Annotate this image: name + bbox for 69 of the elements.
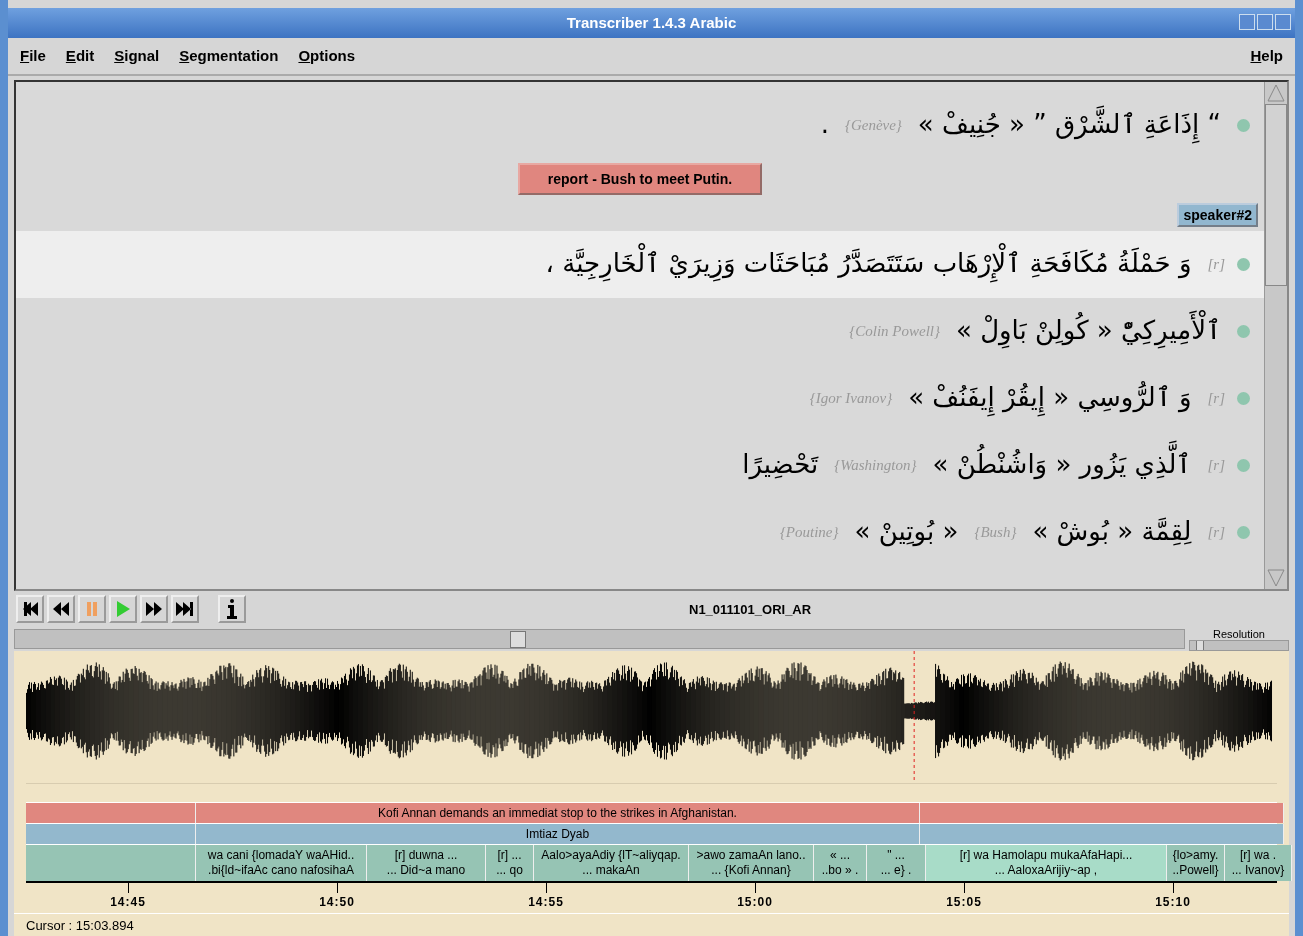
annotation-text: {Bush} <box>974 523 1017 541</box>
forward-button[interactable] <box>140 595 168 624</box>
file-name: N1_011101_ORI_AR <box>689 601 812 617</box>
skip-end-button[interactable] <box>171 595 199 624</box>
segment-marker-icon[interactable] <box>1237 118 1250 132</box>
time-tick-label: 15:10 <box>1155 895 1191 909</box>
scrollbar-thumb[interactable] <box>1265 103 1287 286</box>
info-icon <box>225 598 239 621</box>
slider-thumb[interactable] <box>1195 640 1204 650</box>
rewind-button[interactable] <box>47 595 75 624</box>
section-segment[interactable]: Kofi Annan demands an immediat stop to the strikes in Afghanistan. <box>196 803 920 823</box>
arabic-text: ٱلْأَمِيرِكِيّْ « كُولِنْ بَاوِلْ » <box>952 306 1225 356</box>
segment-marker-icon[interactable] <box>1237 525 1250 539</box>
segment-marker-icon[interactable] <box>1237 458 1250 472</box>
time-tick-label: 14:50 <box>319 895 355 909</box>
annotation-text: [r] <box>1207 523 1225 541</box>
time-tick-label: 15:05 <box>946 895 982 909</box>
annotation-text: {Colin Powell} <box>849 322 940 340</box>
menu-item[interactable]: Options <box>298 47 356 65</box>
turn-segment[interactable]: >awo zamaAn lano.. ... {Kofi Annan} <box>689 845 814 881</box>
turn-segment[interactable]: Aalo>ayaAdiy {lT~aliyqap. ... makaAn <box>534 845 689 881</box>
scrollbar-thumb[interactable] <box>510 631 526 649</box>
segment-marker-icon[interactable] <box>1237 257 1250 271</box>
arabic-text: « بُوتِينْ » <box>853 515 960 549</box>
close-icon[interactable] <box>1275 14 1291 30</box>
turn-segment[interactable]: wa cani {lomadaY waAHid.. .bi{ld~ifaAc cano nafosihaA <box>196 845 367 881</box>
arabic-text: تَحْضِيرًا <box>741 448 820 482</box>
help-menu[interactable]: Help <box>1250 47 1283 65</box>
maximize-icon[interactable] <box>1257 14 1273 30</box>
arabic-text: لِقِمَّة « بُوشْ » <box>1031 515 1193 549</box>
turn-segment[interactable]: [r] wa Hamolapu mukaAfaHapi... ... AaloxaArijiy~ap , <box>926 845 1167 881</box>
turn-segment[interactable]: [r] wa . ... Ivanov} <box>1225 845 1292 881</box>
time-tick-label: 14:45 <box>110 895 146 909</box>
annotation-text: {Poutine} <box>779 523 839 541</box>
arabic-text: وَ ٱلرُّوسِي « إِيقُرْ إِيفَنُفْ » <box>904 373 1196 423</box>
window-title: Transcriber 1.4.3 Arabic <box>566 14 737 32</box>
speaker-button[interactable]: speaker#2 <box>1177 202 1258 227</box>
time-tick-label: 14:55 <box>528 895 564 909</box>
cursor-status: Cursor : 15:03.894 <box>26 917 134 933</box>
turn-segment[interactable]: « ... ..bo » . <box>814 845 867 881</box>
annotation-text: [r] <box>1207 456 1225 474</box>
segment-marker-icon[interactable] <box>1237 324 1250 338</box>
section-button[interactable]: report - Bush to meet Putin. <box>517 162 763 195</box>
time-scrollbar[interactable] <box>14 629 1185 650</box>
annotation-text: {Igor Ivanov} <box>809 389 893 407</box>
annotation-text: {Washington} <box>834 456 917 474</box>
arabic-text: وَ حَمْلَةُ مُكَافَحَةِ ٱلْإِرْهَاب سَتَتَصَدَّرُ مُبَاحَثَات وَزِيرَيْ ٱلْخَارِجِيَّة ، <box>541 239 1196 289</box>
menu-item[interactable]: Edit <box>65 47 95 65</box>
annotation-text: {Genève} <box>844 116 902 134</box>
resolution-slider[interactable] <box>1189 639 1289 651</box>
turn-segment[interactable]: [r] ... ... qo <box>486 845 534 881</box>
time-tick-label: 15:00 <box>737 895 773 909</box>
turn-segment[interactable]: [r] duwna ... ... Did~a mano <box>367 845 486 881</box>
menu-item[interactable]: Signal <box>114 47 160 65</box>
menu-item[interactable]: File <box>20 47 46 65</box>
info-button[interactable] <box>218 595 246 624</box>
turn-segment[interactable]: " ... ... e} . <box>867 845 926 881</box>
annotation-text: [r] <box>1207 255 1225 273</box>
minimize-icon[interactable] <box>1239 14 1255 30</box>
skip-start-button[interactable] <box>16 595 44 624</box>
speaker-segment[interactable]: Imtiaz Dyab <box>196 824 920 844</box>
turn-segment[interactable]: {lo>amy. ..Powell} <box>1167 845 1225 881</box>
resolution-label: Resolution <box>1212 627 1266 640</box>
menu-item[interactable]: Segmentation <box>179 47 279 65</box>
arabic-text: . <box>819 108 830 142</box>
annotation-text: [r] <box>1207 389 1225 407</box>
arabic-text: ٱلَّذِي يَزُور « وَاشُنْطُنْ » <box>928 440 1196 490</box>
arabic-text: “ إِذَاعَةِ ٱلشَّرْق ” « جُنِيفْ » <box>913 100 1225 150</box>
segment-marker-icon[interactable] <box>1237 391 1250 405</box>
